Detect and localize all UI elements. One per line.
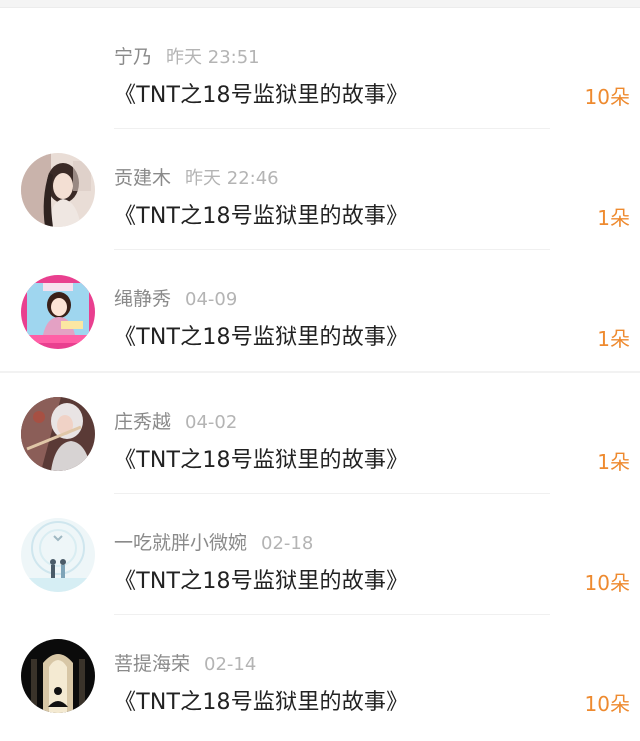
top-divider (0, 0, 640, 8)
timestamp: 昨天 23:51 (166, 47, 260, 68)
book-title[interactable]: 《TNT之18号监狱里的故事》 (114, 81, 408, 111)
timestamp: 04-02 (185, 412, 238, 433)
user-name[interactable]: 贡建木 昨天 22:46 (114, 166, 279, 191)
user-name[interactable]: 庄秀越 04-02 (114, 410, 237, 435)
flower-count: 1朵 (597, 450, 630, 474)
flower-count: 1朵 (597, 206, 630, 230)
list-item[interactable]: 一吃就胖小微婉 02-18 《TNT之18号监狱里的故事》 10朵 (0, 494, 640, 615)
list-item[interactable]: 宁乃 昨天 23:51 《TNT之18号监狱里的故事》 10朵 (0, 8, 640, 129)
couple-illustration-avatar[interactable] (21, 518, 95, 592)
list-item[interactable]: 庄秀越 04-02 《TNT之18号监狱里的故事》 1朵 (0, 373, 640, 494)
book-title[interactable]: 《TNT之18号监狱里的故事》 (114, 323, 408, 353)
anime-girl-avatar[interactable] (21, 275, 95, 349)
flower-count: 10朵 (584, 692, 630, 716)
list-item[interactable]: 贡建木 昨天 22:46 《TNT之18号监狱里的故事》 1朵 (0, 129, 640, 250)
flower-count: 10朵 (584, 571, 630, 595)
flower-count: 10朵 (584, 85, 630, 109)
woman-portrait-avatar[interactable] (21, 153, 95, 227)
timestamp: 昨天 22:46 (185, 168, 279, 189)
book-title[interactable]: 《TNT之18号监狱里的故事》 (114, 567, 408, 597)
list-item[interactable]: 菩提海荣 02-14 《TNT之18号监狱里的故事》 10朵 (0, 615, 640, 736)
list-item[interactable]: 绳静秀 04-09 《TNT之18号监狱里的故事》 1朵 (0, 250, 640, 371)
user-name[interactable]: 绳静秀 04-09 (114, 287, 237, 312)
user-name[interactable]: 宁乃 昨天 23:51 (114, 45, 260, 70)
timestamp: 02-18 (261, 533, 314, 554)
book-title[interactable]: 《TNT之18号监狱里的故事》 (114, 202, 408, 232)
user-name[interactable]: 一吃就胖小微婉 02-18 (114, 531, 313, 556)
user-name[interactable]: 菩提海荣 02-14 (114, 652, 256, 677)
timestamp: 04-09 (185, 289, 238, 310)
meditation-silhouette-avatar[interactable] (21, 639, 95, 713)
book-title[interactable]: 《TNT之18号监狱里的故事》 (114, 446, 408, 476)
book-title[interactable]: 《TNT之18号监狱里的故事》 (114, 688, 408, 718)
timestamp: 02-14 (204, 654, 257, 675)
swordsman-avatar[interactable] (21, 397, 95, 471)
flower-count: 1朵 (597, 327, 630, 351)
